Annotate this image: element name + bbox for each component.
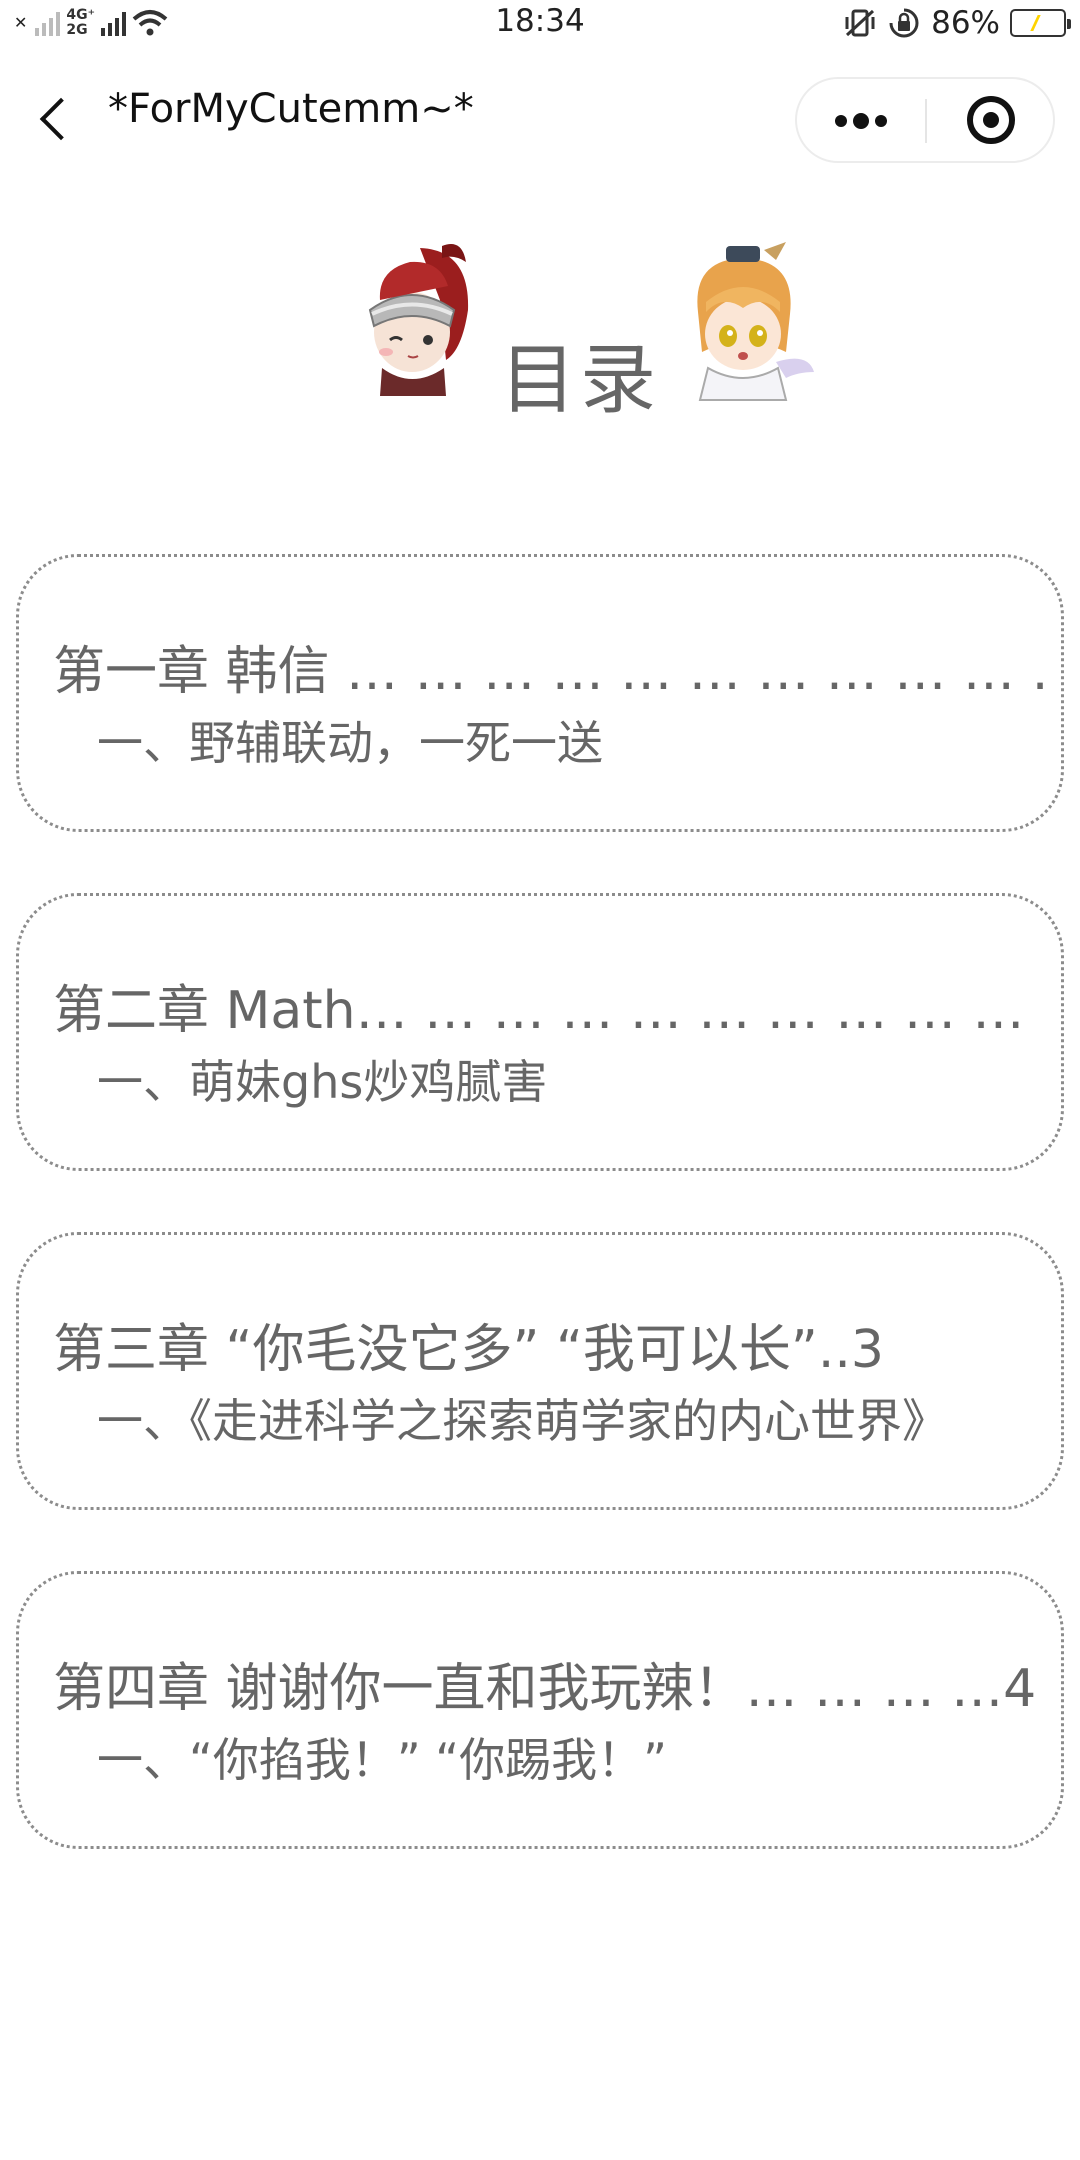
status-bar: ✕ 4G⁺ 2G 18:34 86%	[0, 0, 1080, 50]
chapter-title: 第三章 “你毛没它多” “我可以长”..3	[53, 1320, 884, 1380]
chapter-subtitle: 一、野辅联动，一死一送	[97, 716, 603, 770]
nav-title: *ForMyCutemm~*	[108, 86, 474, 132]
mini-program-capsule	[795, 77, 1055, 163]
rotation-lock-icon	[889, 8, 919, 38]
chapter-card-2[interactable]: 第二章 Math… … … … … … … … … … … 2 一、萌妹ghs炒…	[16, 893, 1064, 1171]
page: ✕ 4G⁺ 2G 18:34 86% *ForMyCutemm~* 目录 第一章…	[0, 0, 1080, 2160]
chapter-title: 第一章 韩信 … … … … … … … … … … … 1	[53, 642, 1043, 702]
status-right: 86%	[843, 5, 1071, 41]
chapter-card-1[interactable]: 第一章 韩信 … … … … … … … … … … … 1 一、野辅联动，一死…	[16, 554, 1064, 832]
warrior-avatar-image	[368, 244, 469, 396]
toc-header: 目录	[0, 230, 1080, 424]
battery-icon	[1010, 9, 1071, 37]
chapter-card-3[interactable]: 第三章 “你毛没它多” “我可以长”..3 一、《走进科学之探索萌学家的内心世界…	[16, 1232, 1064, 1510]
page-title: 目录	[500, 335, 660, 424]
menu-dot	[875, 115, 887, 127]
close-dot-icon	[983, 112, 999, 128]
vibrate-mode-icon	[845, 9, 875, 37]
chapter-subtitle: 一、萌妹ghs炒鸡腻害	[97, 1055, 548, 1109]
more-menu-button[interactable]	[797, 79, 925, 161]
battery-percent: 86%	[931, 5, 1000, 41]
chapter-title: 第四章 谢谢你一直和我玩辣！… … … …4	[53, 1659, 1037, 1719]
chibi-avatar-image	[697, 242, 814, 401]
close-mini-program-button[interactable]	[927, 79, 1055, 161]
nav-bar: *ForMyCutemm~*	[0, 60, 1080, 180]
back-button[interactable]	[34, 90, 78, 150]
chapter-subtitle: 一、《走进科学之探索萌学家的内心世界》	[97, 1394, 948, 1448]
chapter-subtitle: 一、“你掐我！” “你踢我！”	[97, 1733, 667, 1787]
chapter-title: 第二章 Math… … … … … … … … … … … 2	[53, 981, 1043, 1041]
chapter-card-4[interactable]: 第四章 谢谢你一直和我玩辣！… … … …4 一、“你掐我！” “你踢我！”	[16, 1571, 1064, 1849]
menu-dot	[853, 113, 869, 129]
menu-dot	[835, 115, 847, 127]
